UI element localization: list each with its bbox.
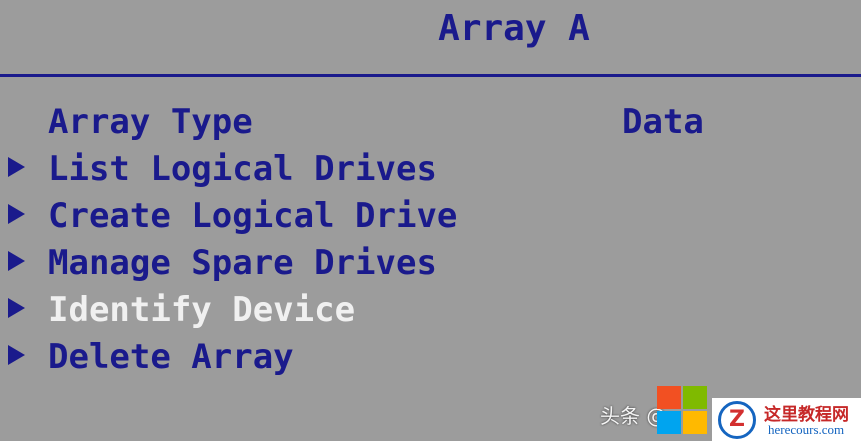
menu-item-label: Manage Spare Drives [48,243,437,283]
array-type-value: Data [622,102,704,142]
menu-item-label: Array Type [48,102,253,142]
menu-item-label: Identify Device [48,290,356,330]
menu-item-label: List Logical Drives [48,149,437,189]
array-menu: Array Type Data List Logical Drives Crea… [0,100,861,382]
menu-item-list-logical-drives[interactable]: List Logical Drives [0,147,861,194]
site-logo: Z 这里教程网 herecours.com [712,398,861,441]
menu-item-array-type: Array Type Data [0,100,861,147]
menu-item-label: Create Logical Drive [48,196,458,236]
header-divider [0,74,861,77]
site-url: herecours.com [768,422,845,437]
page-title: Array A [438,8,590,49]
triangle-right-icon [8,298,25,318]
windows-logo-icon [657,386,709,436]
triangle-right-icon [8,345,25,365]
triangle-right-icon [8,157,25,177]
menu-item-identify-device[interactable]: Identify Device [0,288,861,335]
triangle-right-icon [8,251,25,271]
triangle-right-icon [8,204,25,224]
menu-item-delete-array[interactable]: Delete Array [0,335,861,382]
menu-item-manage-spare-drives[interactable]: Manage Spare Drives [0,241,861,288]
menu-item-create-logical-drive[interactable]: Create Logical Drive [0,194,861,241]
menu-item-label: Delete Array [48,337,294,377]
site-logo-icon: Z [718,401,756,439]
